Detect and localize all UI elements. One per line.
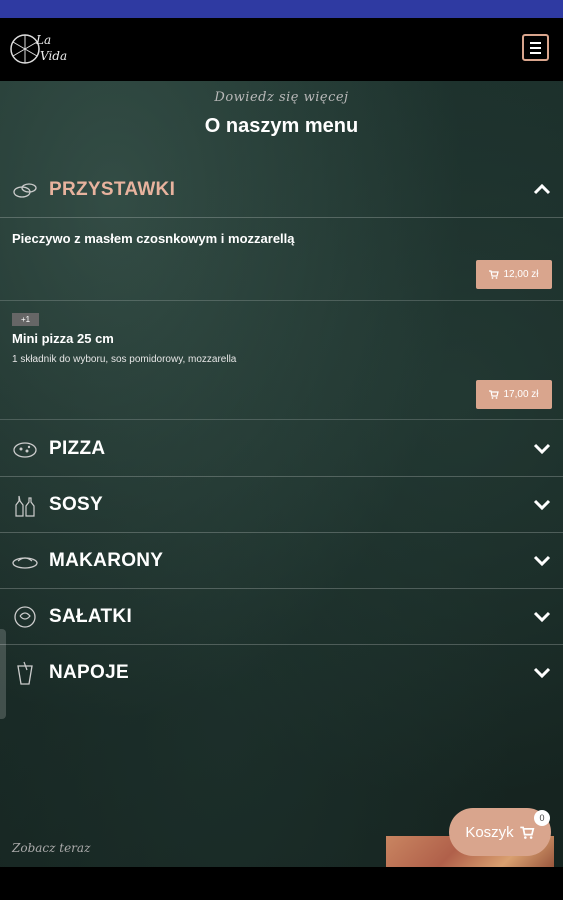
section-title: O naszym menu — [204, 115, 359, 137]
logo-text-vida: Vida — [40, 49, 67, 63]
option-badge: +1 — [12, 313, 39, 326]
hamburger-icon — [530, 40, 541, 55]
category-przystawki[interactable]: PRZYSTAWKI — [0, 162, 563, 218]
chevron-down-icon[interactable] — [533, 665, 551, 679]
menu-item: Pieczywo z masłem czosnkowym i mozzarell… — [0, 218, 563, 301]
item-description: 1 składnik do wyboru, sos pomidorowy, mo… — [12, 354, 237, 365]
category-label: SAŁATKI — [49, 606, 133, 627]
appetizer-icon — [13, 183, 37, 198]
category-label: PIZZA — [49, 438, 106, 459]
cart-count-badge: 0 — [534, 810, 550, 826]
cart-icon — [489, 270, 500, 279]
item-name: Mini pizza 25 cm — [12, 331, 114, 346]
pasta-icon — [12, 557, 38, 569]
logo-text-la: La — [35, 33, 51, 47]
add-to-cart-button[interactable]: 12,00 zł — [476, 260, 552, 289]
chevron-down-icon[interactable] — [533, 497, 551, 511]
see-now-heading: Zobacz teraz — [12, 841, 91, 855]
salad-icon — [14, 606, 36, 628]
category-pizza[interactable]: PIZZA — [0, 421, 563, 477]
category-label: SOSY — [49, 494, 103, 515]
navigation-bar — [0, 867, 563, 900]
price-label: 12,00 zł — [503, 269, 539, 280]
drinks-icon — [17, 661, 33, 685]
category-label: MAKARONY — [49, 550, 164, 571]
menu-button[interactable] — [522, 34, 549, 61]
logo-icon: La Vida — [10, 33, 67, 64]
category-label: NAPOJE — [49, 662, 129, 683]
cart-icon — [489, 390, 500, 399]
item-name: Pieczywo z masłem czosnkowym i mozzarell… — [12, 231, 295, 246]
sauce-icon — [15, 495, 35, 517]
chevron-down-icon[interactable] — [533, 609, 551, 623]
chevron-down-icon[interactable] — [533, 441, 551, 455]
category-salatki[interactable]: SAŁATKI — [0, 589, 563, 645]
logo[interactable]: La Vida — [10, 26, 70, 72]
menu-item: +1 Mini pizza 25 cm 1 składnik do wyboru… — [0, 301, 563, 420]
section-subtitle: Dowiedz się więcej — [214, 90, 349, 105]
pizza-icon — [13, 442, 37, 458]
price-label: 17,00 zł — [503, 389, 539, 400]
category-makarony[interactable]: MAKARONY — [0, 533, 563, 589]
menu-section: Dowiedz się więcej O naszym menu PRZYSTA… — [0, 81, 563, 867]
cart-label: Koszyk — [465, 823, 514, 841]
category-napoje[interactable]: NAPOJE — [0, 645, 563, 701]
chevron-up-icon[interactable] — [533, 182, 551, 196]
cart-icon — [519, 826, 535, 839]
header: La Vida — [0, 18, 563, 81]
category-label: PRZYSTAWKI — [49, 179, 176, 200]
add-to-cart-button[interactable]: 17,00 zł — [476, 380, 552, 409]
side-tab[interactable] — [0, 629, 6, 719]
status-bar — [0, 0, 563, 18]
category-sosy[interactable]: SOSY — [0, 477, 563, 533]
chevron-down-icon[interactable] — [533, 553, 551, 567]
